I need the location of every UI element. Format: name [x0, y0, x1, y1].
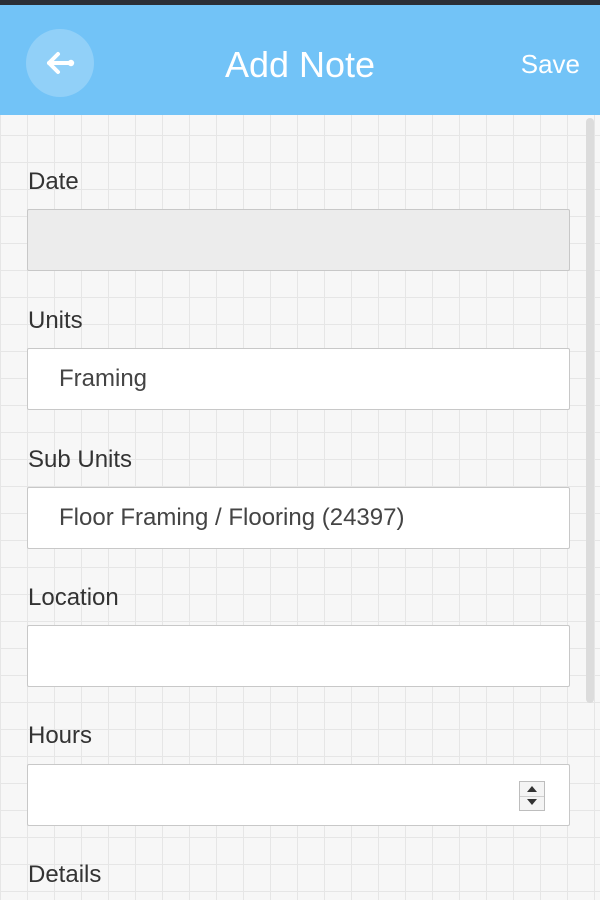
scrollbar[interactable]: [586, 118, 594, 703]
hours-field[interactable]: [27, 764, 570, 826]
sub-units-value: Floor Framing / Flooring (24397): [59, 504, 405, 531]
location-field[interactable]: [27, 625, 570, 687]
date-label: Date: [28, 168, 79, 195]
back-button[interactable]: [26, 29, 94, 97]
sub-units-label: Sub Units: [28, 446, 133, 473]
hours-label: Hours: [28, 722, 93, 749]
units-label: Units: [28, 307, 83, 334]
details-label: Details: [28, 861, 102, 888]
arrow-left-icon: [47, 52, 75, 74]
date-field[interactable]: [27, 209, 570, 271]
units-value: Framing: [59, 365, 148, 392]
location-label: Location: [28, 584, 119, 611]
hours-stepper[interactable]: [519, 781, 545, 811]
save-button[interactable]: Save: [521, 47, 580, 81]
increment-arrow-icon[interactable]: [520, 782, 544, 797]
units-field[interactable]: Framing: [27, 348, 570, 410]
app-header: Add Note Save: [0, 5, 600, 115]
decrement-arrow-icon[interactable]: [520, 796, 544, 810]
sub-units-field[interactable]: Floor Framing / Flooring (24397): [27, 487, 570, 549]
